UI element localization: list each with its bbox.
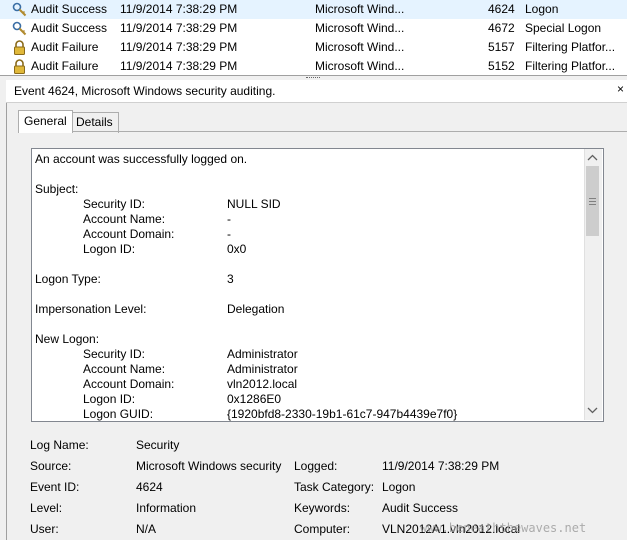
details-title: Event 4624, Microsoft Windows security a…: [14, 84, 276, 98]
message-label: Logon ID:: [83, 392, 136, 406]
pane-border: [6, 80, 7, 540]
prop-value: Security: [136, 438, 180, 452]
thumb-grip: [589, 204, 596, 205]
prop-label: Event ID:: [30, 480, 80, 494]
event-keyword: Audit Failure: [31, 59, 99, 73]
message-summary: An account was successfully logged on.: [35, 152, 248, 166]
key-icon: [12, 21, 27, 36]
event-source: Microsoft Wind...: [315, 2, 405, 16]
prop-label: Computer:: [294, 522, 351, 536]
message-value: 0x1286E0: [227, 392, 282, 406]
message-value: -: [227, 227, 231, 241]
event-row[interactable]: Audit Success 11/9/2014 7:38:29 PM Micro…: [0, 19, 627, 38]
prop-label: User:: [30, 522, 59, 536]
prop-label: Source:: [30, 459, 72, 473]
message-value: -: [227, 212, 231, 226]
event-task: Special Logon: [525, 21, 602, 35]
event-row[interactable]: Audit Success 11/9/2014 7:38:29 PM Micro…: [0, 0, 627, 19]
prop-value: Audit Success: [382, 501, 459, 515]
message-value: {1920bfd8-2330-19b1-61c7-947b4439e7f0}: [227, 407, 458, 421]
message-value: vln2012.local: [227, 377, 298, 391]
event-row[interactable]: Audit Failure 11/9/2014 7:38:29 PM Micro…: [0, 38, 627, 57]
message-value: Delegation: [227, 302, 285, 316]
prop-value: 11/9/2014 7:38:29 PM: [382, 459, 500, 473]
event-id: 5152: [488, 59, 515, 73]
message-label: Security ID:: [83, 347, 146, 361]
thumb-grip: [589, 201, 596, 202]
scroll-down-icon[interactable]: [586, 406, 599, 415]
event-list[interactable]: Audit Success 11/9/2014 7:38:29 PM Micro…: [0, 0, 627, 76]
prop-label: Task Category:: [294, 480, 375, 494]
prop-label: Log Name:: [30, 438, 89, 452]
prop-label: Logged:: [294, 459, 338, 473]
prop-value: Information: [136, 501, 197, 515]
event-keyword: Audit Success: [31, 2, 108, 16]
prop-value: N/A: [136, 522, 157, 536]
message-label: Impersonation Level:: [35, 302, 147, 316]
message-label: Security ID:: [83, 197, 146, 211]
event-source: Microsoft Wind...: [315, 59, 405, 73]
scroll-up-icon[interactable]: [586, 153, 599, 162]
message-heading: New Logon:: [35, 332, 100, 346]
event-task: Filtering Platfor...: [525, 59, 616, 73]
event-source: Microsoft Wind...: [315, 40, 405, 54]
tab-panel-border: [18, 131, 627, 132]
event-date: 11/9/2014 7:38:29 PM: [120, 59, 238, 73]
message-label: Logon GUID:: [83, 407, 154, 421]
message-label: Account Name:: [83, 362, 166, 376]
event-date: 11/9/2014 7:38:29 PM: [120, 21, 238, 35]
message-value: NULL SID: [227, 197, 281, 211]
prop-value: Microsoft Windows security: [136, 459, 282, 473]
message-label: Logon Type:: [35, 272, 101, 286]
lock-icon: [14, 40, 25, 55]
tab-general[interactable]: General: [18, 110, 73, 133]
event-date: 11/9/2014 7:38:29 PM: [120, 2, 238, 16]
lock-icon: [14, 59, 25, 74]
event-keyword: Audit Success: [31, 21, 108, 35]
close-icon[interactable]: ×: [617, 82, 624, 96]
event-row[interactable]: Audit Failure 11/9/2014 7:38:29 PM Micro…: [0, 57, 627, 76]
prop-value: 4624: [136, 480, 163, 494]
event-id: 5157: [488, 40, 515, 54]
watermark: www.beneaththewaves.net: [420, 521, 587, 535]
event-id: 4672: [488, 21, 515, 35]
event-task: Logon: [525, 2, 559, 16]
key-icon: [12, 2, 27, 17]
event-date: 11/9/2014 7:38:29 PM: [120, 40, 238, 54]
message-value: 3: [227, 272, 234, 286]
prop-label: Keywords:: [294, 501, 351, 515]
message-value: Administrator: [227, 362, 298, 376]
event-task: Filtering Platfor...: [525, 40, 616, 54]
thumb-grip: [589, 198, 596, 199]
message-heading: Subject:: [35, 182, 79, 196]
message-label: Logon ID:: [83, 242, 136, 256]
message-value: 0x0: [227, 242, 247, 256]
event-message-box[interactable]: An account was successfully logged on. S…: [31, 148, 604, 422]
tab-details[interactable]: Details: [70, 112, 119, 133]
prop-label: Level:: [30, 501, 63, 515]
event-keyword: Audit Failure: [31, 40, 99, 54]
message-label: Account Domain:: [83, 377, 175, 391]
message-label: Account Name:: [83, 212, 166, 226]
message-label: Account Domain:: [83, 227, 175, 241]
prop-value: Logon: [382, 480, 416, 494]
event-id: 4624: [488, 2, 515, 16]
event-source: Microsoft Wind...: [315, 21, 405, 35]
message-value: Administrator: [227, 347, 298, 361]
